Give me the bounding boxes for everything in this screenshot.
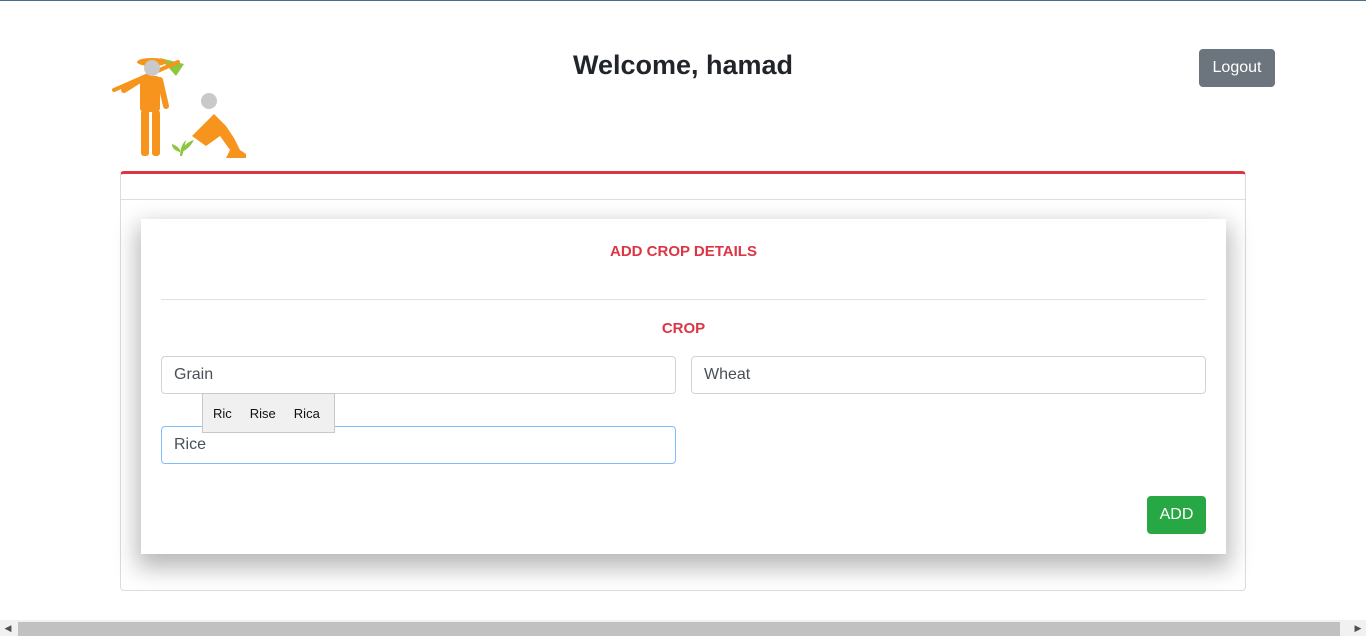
add-crop-form-card: ADD CROP DETAILS CROP Ric Rise Rica ADD	[141, 219, 1226, 554]
suggestion-item[interactable]: Rica	[292, 406, 326, 421]
top-border	[0, 0, 1366, 1]
card-header-divider	[121, 199, 1245, 200]
sprout-icon	[172, 140, 194, 156]
scroll-left-arrow-icon[interactable]: ◀	[0, 620, 16, 636]
welcome-heading: Welcome, hamad	[572, 50, 794, 80]
add-button[interactable]: ADD	[1147, 496, 1206, 534]
scroll-right-arrow-icon[interactable]: ▶	[1350, 620, 1366, 636]
kneeling-farmer-icon	[192, 93, 246, 158]
suggestion-item[interactable]: Ric	[211, 406, 238, 421]
crop-category-input[interactable]	[161, 356, 676, 394]
form-title: ADD CROP DETAILS	[610, 243, 757, 260]
crop-name-input[interactable]	[691, 356, 1206, 394]
form-divider	[161, 299, 1206, 300]
scrollbar-thumb[interactable]	[18, 622, 1340, 636]
crop-section-title: CROP	[661, 320, 706, 337]
logout-button[interactable]: Logout	[1199, 49, 1275, 87]
horizontal-scrollbar[interactable]: ◀ ▶	[0, 620, 1366, 636]
suggestion-item[interactable]: Rise	[248, 406, 282, 421]
spelling-suggestions-popup: Ric Rise Rica	[202, 393, 335, 433]
